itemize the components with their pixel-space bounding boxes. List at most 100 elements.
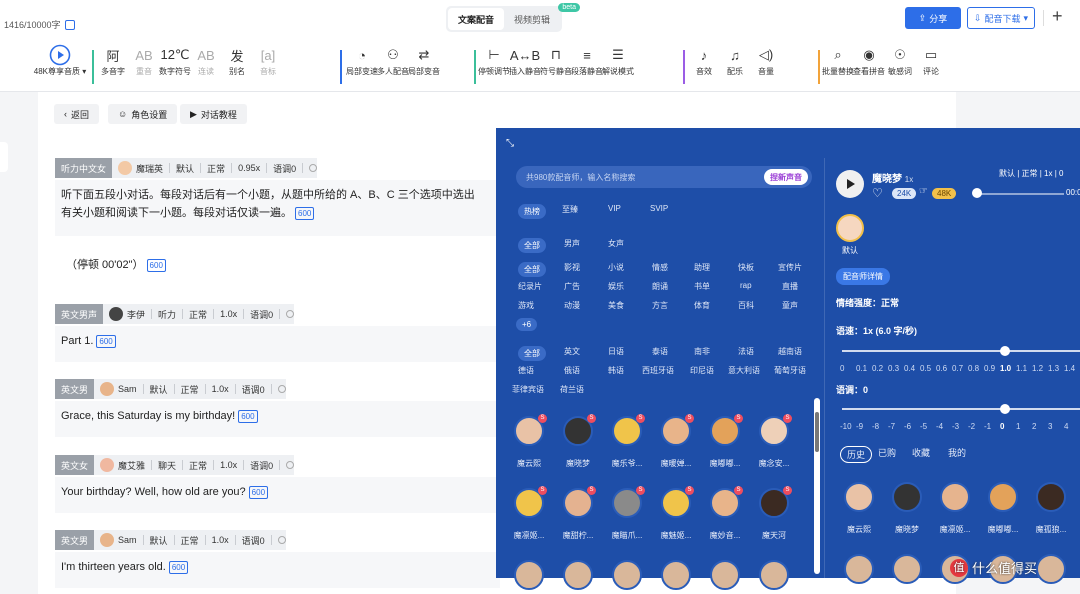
- history-tab-2[interactable]: 收藏: [912, 446, 930, 459]
- filter-lang_row1-5[interactable]: 法语: [738, 346, 754, 357]
- voice-search-input[interactable]: 共980款配音师，输入名称搜索 捏新声音: [516, 166, 812, 188]
- history-avatar[interactable]: [892, 482, 922, 512]
- segment-speed[interactable]: 1.0x: [214, 460, 245, 470]
- preview-play-button[interactable]: [836, 170, 864, 198]
- collapse-icon[interactable]: ⤡: [506, 138, 514, 149]
- edit-icon[interactable]: [64, 19, 75, 30]
- filter-tier_tabs-0[interactable]: 热榜: [518, 204, 546, 219]
- segment-text[interactable]: 听下面五段小对话。每段对话后有一个小题，从题中所给的 A、B、C 三个选项中选出…: [55, 180, 500, 236]
- close-icon[interactable]: [277, 536, 286, 544]
- play-button[interactable]: 48K尊享音质 ▾: [30, 44, 90, 77]
- segment-speed[interactable]: 1.0x: [214, 309, 245, 319]
- filter-tier_tabs-2[interactable]: VIP: [608, 204, 621, 213]
- filter-lang_row1-6[interactable]: 越南语: [778, 346, 802, 357]
- filter-scene_row3-6[interactable]: 童声: [782, 300, 798, 311]
- filter-lang_row2-5[interactable]: 意大利语: [728, 365, 760, 376]
- voice-name[interactable]: 李伊: [103, 307, 153, 321]
- segment-tone[interactable]: 正常: [183, 460, 215, 471]
- segment-style[interactable]: 聊天: [152, 460, 184, 471]
- filter-scene_row1-3[interactable]: 情感: [652, 262, 668, 273]
- voice-name[interactable]: 魔艾雅: [94, 458, 153, 472]
- voice-tag[interactable]: 英文男: [55, 530, 95, 550]
- voice-name[interactable]: Sam: [94, 533, 144, 547]
- history-avatar[interactable]: [844, 482, 874, 512]
- filter-scene_row1-6[interactable]: 宣传片: [778, 262, 802, 273]
- history-avatar[interactable]: [940, 482, 970, 512]
- history-tab-1[interactable]: 已购: [878, 446, 896, 459]
- slider-knob[interactable]: [1000, 346, 1010, 356]
- tool-0-5[interactable]: [a] 音标: [245, 44, 291, 77]
- filter-scene_row3-5[interactable]: 百科: [738, 300, 754, 311]
- filter-lang_row2-6[interactable]: 葡萄牙语: [774, 365, 806, 376]
- slider-track[interactable]: [842, 408, 1080, 410]
- filter-scene_row2-0[interactable]: 纪录片: [518, 281, 542, 292]
- voice-detail-button[interactable]: 配音师详情: [836, 268, 890, 285]
- tool-2-4[interactable]: ☰ 解说模式: [595, 44, 641, 77]
- segment-text[interactable]: Part 1. 600: [55, 326, 500, 362]
- segment-tone[interactable]: 正常: [183, 309, 215, 320]
- history-tab-0[interactable]: 历史: [840, 446, 873, 463]
- segment-style[interactable]: 默认: [144, 384, 175, 395]
- segment-speed[interactable]: 0.95x: [232, 163, 268, 173]
- style-default-avatar[interactable]: [836, 214, 864, 242]
- tab-video-edit[interactable]: 视频剪辑 beta: [504, 3, 580, 30]
- filter-tier_tabs-3[interactable]: SVIP: [650, 204, 668, 213]
- download-button[interactable]: ⇩ 配音下载 ▾: [967, 7, 1035, 29]
- segment-style[interactable]: 默认: [170, 163, 202, 174]
- more-filters[interactable]: +6: [516, 318, 538, 331]
- voice-name[interactable]: 魔瑞英: [112, 161, 171, 175]
- segment-pitch[interactable]: 语调0: [244, 460, 281, 471]
- slider-knob[interactable]: [1000, 404, 1010, 414]
- history-tab-3[interactable]: 我的: [948, 446, 966, 459]
- preview-progress[interactable]: [976, 193, 1064, 195]
- filter-gender-0[interactable]: 全部: [518, 238, 546, 253]
- segment-pitch[interactable]: 语调0: [244, 309, 281, 320]
- history-avatar[interactable]: [988, 482, 1018, 512]
- filter-lang_row1-4[interactable]: 南非: [694, 346, 710, 357]
- voice-tag[interactable]: 英文男声: [55, 304, 104, 324]
- close-icon[interactable]: [277, 385, 286, 393]
- filter-gender-1[interactable]: 男声: [564, 238, 580, 249]
- segment-tone[interactable]: 正常: [175, 384, 206, 395]
- heart-icon[interactable]: ♡: [872, 186, 883, 200]
- close-icon[interactable]: [286, 310, 295, 318]
- voice-avatar-item[interactable]: [563, 560, 593, 590]
- role-settings-button[interactable]: ☺ 角色设置: [108, 104, 178, 124]
- filter-lang_row1-0[interactable]: 全部: [518, 346, 546, 361]
- history-avatar[interactable]: [844, 554, 874, 584]
- filter-lang_row2-0[interactable]: 德语: [518, 365, 534, 376]
- filter-lang_row1-1[interactable]: 英文: [564, 346, 580, 357]
- rail-handle[interactable]: [0, 142, 8, 172]
- quality-24k[interactable]: 24K: [892, 188, 917, 199]
- filter-lang_row3-0[interactable]: 菲律宾语: [512, 384, 544, 395]
- filter-scene_row3-4[interactable]: 体育: [694, 300, 710, 311]
- scroll-thumb[interactable]: [815, 412, 819, 452]
- filter-lang_row1-2[interactable]: 日语: [608, 346, 624, 357]
- voice-avatar-item[interactable]: [514, 560, 544, 590]
- segment-speed[interactable]: 1.0x: [206, 535, 236, 545]
- filter-scene_row3-1[interactable]: 动漫: [564, 300, 580, 311]
- tool-1-2[interactable]: ⇄ 局部变音: [401, 44, 447, 77]
- close-icon[interactable]: [309, 164, 318, 172]
- voice-tag[interactable]: 听力中文女: [55, 158, 113, 178]
- segment-pitch[interactable]: 语调0: [236, 535, 272, 546]
- filter-scene_row1-5[interactable]: 快板: [738, 262, 754, 273]
- filter-lang_row2-1[interactable]: 俄语: [564, 365, 580, 376]
- close-icon[interactable]: [286, 461, 295, 469]
- filter-lang_row2-3[interactable]: 西班牙语: [642, 365, 674, 376]
- filter-tier_tabs-1[interactable]: 至臻: [562, 204, 578, 215]
- filter-scene_row3-3[interactable]: 方言: [652, 300, 668, 311]
- filter-scene_row2-4[interactable]: 书单: [694, 281, 710, 292]
- back-button[interactable]: ‹ 返回: [54, 104, 100, 124]
- tool-4-3[interactable]: ▭ 评论: [908, 44, 954, 77]
- slider-track[interactable]: [842, 350, 1080, 352]
- quality-select[interactable]: 48K尊享音质 ▾: [30, 66, 90, 77]
- segment-style[interactable]: 默认: [144, 535, 175, 546]
- segment-pitch[interactable]: 语调0: [267, 163, 304, 174]
- filter-scene_row1-4[interactable]: 助理: [694, 262, 710, 273]
- filter-scene_row1-0[interactable]: 全部: [518, 262, 546, 277]
- tool-3-2[interactable]: ◁) 音量: [743, 44, 789, 77]
- add-button[interactable]: +: [1052, 6, 1063, 27]
- segment-style[interactable]: 听力: [152, 309, 184, 320]
- history-avatar[interactable]: [892, 554, 922, 584]
